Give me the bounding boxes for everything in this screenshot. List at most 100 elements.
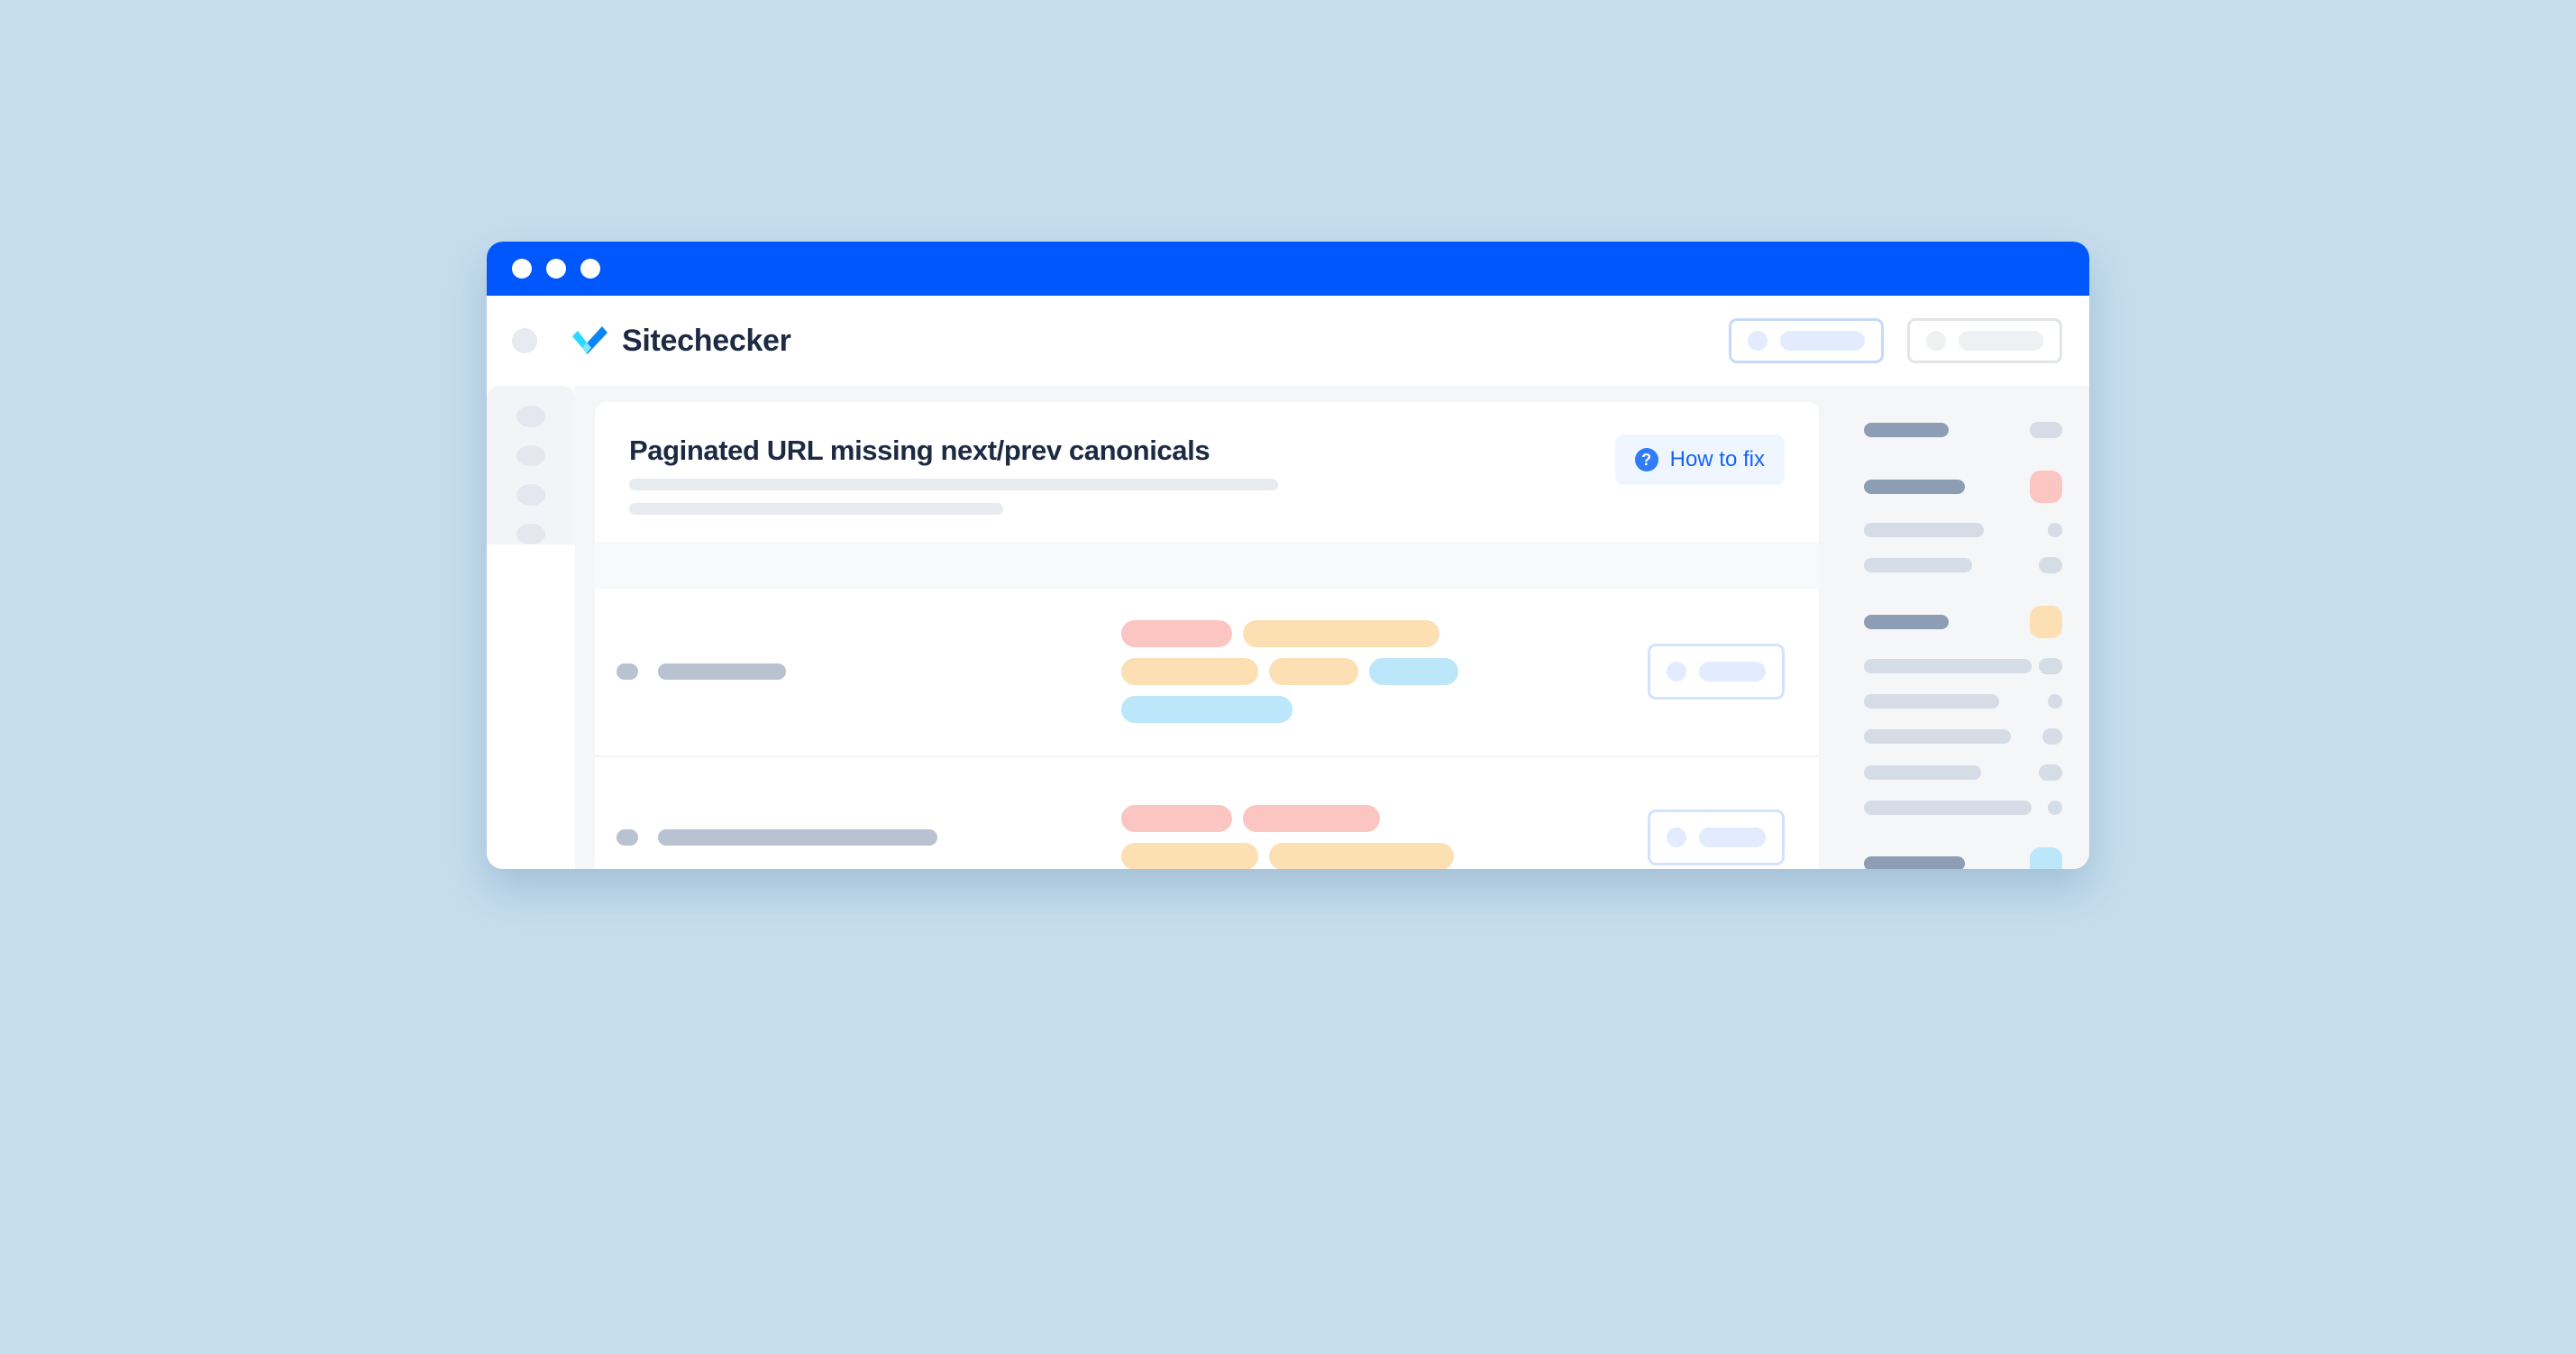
tag-line [1121,804,1628,832]
subtitle-placeholder-1 [629,478,1278,490]
group-label-placeholder [1864,856,1965,869]
status-badge [2039,764,2062,781]
right-panel-group-header[interactable] [1864,471,2062,503]
window-dot-maximize-icon[interactable] [580,259,600,279]
status-badge [2048,523,2062,537]
window-dot-minimize-icon[interactable] [546,259,566,279]
placeholder-label [1699,662,1766,682]
right-panel-item[interactable] [1864,557,2062,573]
avatar-placeholder-icon[interactable] [512,328,537,353]
row-index-placeholder [617,828,638,846]
right-panel-item[interactable] [1864,764,2062,781]
header-button-primary[interactable] [1729,318,1884,363]
right-panel-group-header[interactable] [1864,422,2062,438]
item-label-placeholder [1864,659,2032,673]
question-circle-icon: ? [1634,448,1658,471]
table-header-band [595,541,1819,589]
tag-orange [1269,842,1454,869]
tag-blue [1369,658,1458,686]
right-panel-item[interactable] [1864,801,2062,815]
group-label-placeholder [1864,423,1949,437]
status-badge-critical [2030,471,2062,503]
browser-window: Sitechecker Paginated URL missing next/p… [487,242,2089,869]
subtitle-placeholder-2 [629,502,1003,515]
right-panel-item[interactable] [1864,523,2062,537]
sidebar-item-1[interactable] [516,406,545,427]
placeholder-label [1959,331,2043,351]
item-label-placeholder [1864,801,2032,815]
tag-orange [1269,658,1358,686]
checkmark-logo-icon [570,324,609,358]
app-body: Paginated URL missing next/prev canonica… [487,386,2089,869]
tag-line [1121,658,1628,686]
status-badge [2039,658,2062,674]
table-row[interactable] [595,589,1819,755]
placeholder-label [1780,331,1865,351]
status-badge-warning [2030,606,2062,638]
title-column: Paginated URL missing next/prev canonica… [629,435,1615,515]
right-panel [1839,386,2089,869]
issue-card: Paginated URL missing next/prev canonica… [595,402,1819,869]
window-dot-close-icon[interactable] [512,259,532,279]
item-label-placeholder [1864,729,2011,744]
sidebar [487,386,575,869]
brand-name: Sitechecker [622,323,791,358]
tag-orange [1121,842,1258,869]
status-badge [2030,422,2062,438]
row-url-placeholder [658,828,937,846]
sidebar-item-3[interactable] [516,484,545,506]
tag-blue [1121,696,1293,724]
item-label-placeholder [1864,694,1999,709]
item-label-placeholder [1864,523,1984,537]
row-url-placeholder [658,663,786,681]
placeholder-dot-icon [1926,331,1946,351]
how-to-fix-label: How to fix [1669,447,1765,471]
header-actions [1729,318,2062,363]
table-row[interactable] [595,755,1819,869]
sidebar-rail [487,386,575,544]
placeholder-label [1699,827,1766,847]
placeholder-dot-icon [1667,827,1686,847]
header-button-secondary[interactable] [1907,318,2062,363]
row-tags [1067,804,1628,869]
window-titlebar [487,242,2089,296]
status-badge [2042,728,2062,745]
item-label-placeholder [1864,765,1981,780]
status-badge [2048,694,2062,709]
sidebar-item-2[interactable] [516,444,545,466]
row-label-cell [617,663,1067,681]
status-badge-info [2030,847,2062,869]
tag-line [1121,620,1628,648]
issue-card-header: Paginated URL missing next/prev canonica… [595,402,1819,542]
right-panel-group-header[interactable] [1864,847,2062,869]
row-label-cell [617,828,1067,846]
tag-red [1121,804,1232,832]
placeholder-dot-icon [1748,331,1768,351]
status-badge [2039,557,2062,573]
sidebar-item-4[interactable] [516,523,545,544]
right-panel-item[interactable] [1864,694,2062,709]
tag-red [1243,804,1380,832]
right-panel-group-header[interactable] [1864,606,2062,638]
tag-orange [1121,658,1258,686]
row-index-placeholder [617,663,638,681]
row-action-button[interactable] [1648,644,1785,700]
tag-red [1121,620,1232,648]
tag-orange [1243,620,1439,648]
right-panel-item[interactable] [1864,658,2062,674]
main-content: Paginated URL missing next/prev canonica… [575,386,1839,869]
how-to-fix-button[interactable]: ? How to fix [1614,435,1785,485]
brand: Sitechecker [570,324,791,359]
item-label-placeholder [1864,558,1972,572]
right-panel-item[interactable] [1864,728,2062,745]
row-action-button[interactable] [1648,809,1785,865]
group-label-placeholder [1864,480,1965,494]
page-title: Paginated URL missing next/prev canonica… [629,435,1210,466]
tag-line [1121,842,1628,869]
row-tags [1067,620,1628,724]
app-header: Sitechecker [487,296,2089,386]
placeholder-dot-icon [1667,662,1686,682]
